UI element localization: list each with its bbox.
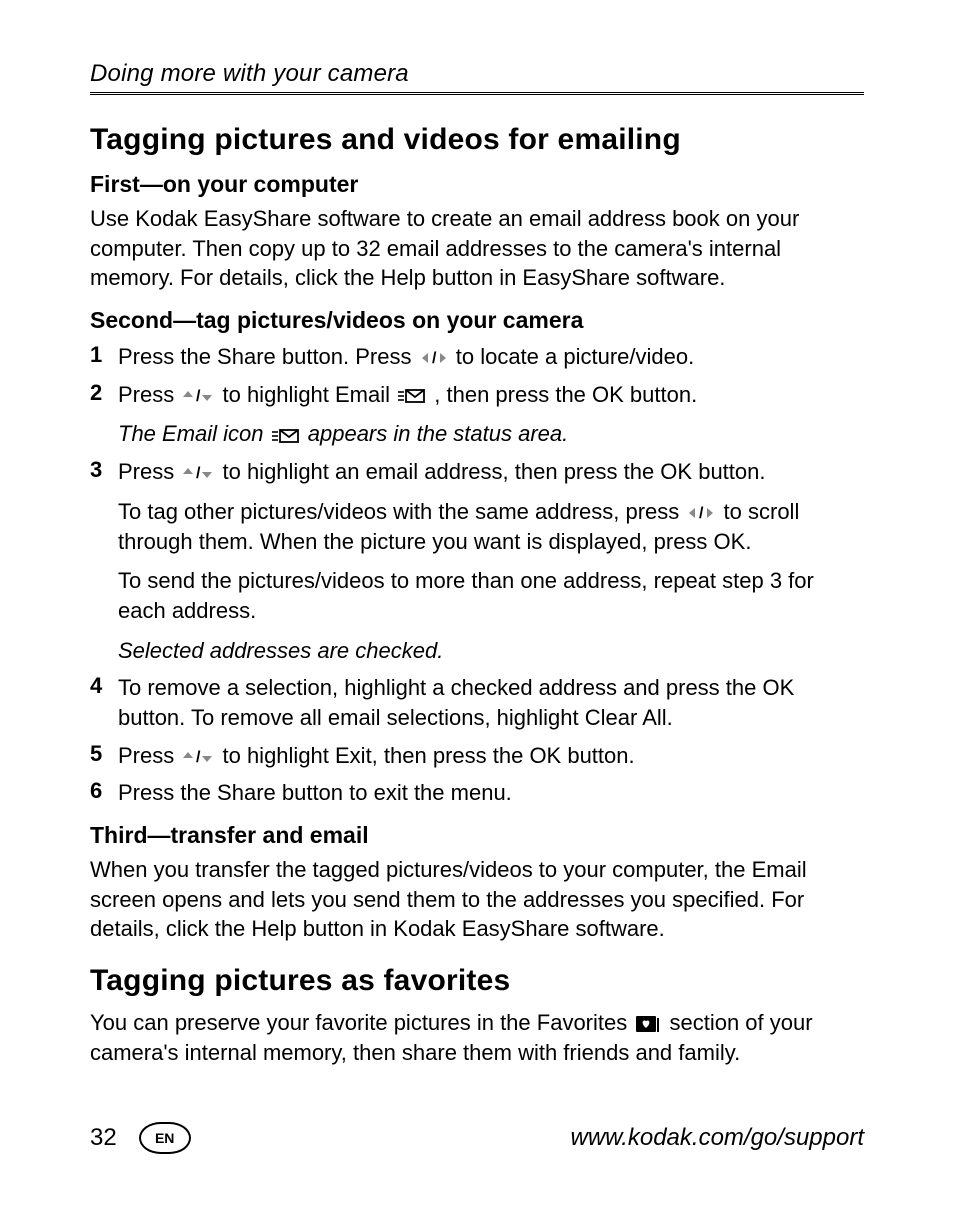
heading-tagging-email: Tagging pictures and videos for emailing xyxy=(90,123,864,157)
heading-third-transfer: Third—transfer and email xyxy=(90,822,864,849)
step-note: appears in the status area. xyxy=(308,421,569,446)
step-3: 3 Press to highlight an email address, t… xyxy=(90,457,864,665)
step-6: 6 Press the Share button to exit the men… xyxy=(90,778,864,808)
page-number: 32 xyxy=(90,1124,117,1152)
email-icon xyxy=(272,428,300,444)
step-4: 4 To remove a selection, highlight a che… xyxy=(90,673,864,732)
up-down-nav-icon xyxy=(182,388,214,404)
email-icon xyxy=(398,388,426,404)
para-first-computer: Use Kodak EasyShare software to create a… xyxy=(90,204,864,293)
para-favorites-a: You can preserve your favorite pictures … xyxy=(90,1010,633,1035)
step-text: To tag other pictures/videos with the sa… xyxy=(118,499,685,524)
step-text: to highlight Email xyxy=(222,382,396,407)
step-number: 5 xyxy=(90,741,118,767)
favorites-icon xyxy=(635,1015,661,1033)
support-url: www.kodak.com/go/support xyxy=(571,1124,864,1152)
heading-first-computer: First—on your computer xyxy=(90,171,864,198)
up-down-nav-icon xyxy=(182,465,214,481)
step-text: Press the Share button to exit the menu. xyxy=(118,778,864,808)
step-1: 1 Press the Share button. Press to locat… xyxy=(90,342,864,372)
step-number: 4 xyxy=(90,673,118,699)
step-text: to highlight an email address, then pres… xyxy=(222,459,765,484)
steps-list: 1 Press the Share button. Press to locat… xyxy=(90,342,864,808)
up-down-nav-icon xyxy=(182,749,214,765)
step-note: Selected addresses are checked. xyxy=(118,636,864,666)
step-note: The Email icon xyxy=(118,421,270,446)
step-text: Press xyxy=(118,382,180,407)
step-number: 2 xyxy=(90,380,118,406)
heading-favorites: Tagging pictures as favorites xyxy=(90,964,864,998)
step-number: 6 xyxy=(90,778,118,804)
running-head: Doing more with your camera xyxy=(90,60,864,95)
heading-second-tag: Second—tag pictures/videos on your camer… xyxy=(90,307,864,334)
step-number: 3 xyxy=(90,457,118,483)
step-text: To send the pictures/videos to more than… xyxy=(118,566,864,625)
step-text: Press xyxy=(118,459,180,484)
step-text: to locate a picture/video. xyxy=(456,344,694,369)
step-2: 2 Press to highlight Email , then press … xyxy=(90,380,864,449)
step-text: Press the Share button. Press xyxy=(118,344,418,369)
step-5: 5 Press to highlight Exit, then press th… xyxy=(90,741,864,771)
page-footer: 32 EN www.kodak.com/go/support xyxy=(90,1122,864,1154)
step-text: To remove a selection, highlight a check… xyxy=(118,673,864,732)
step-text: Press xyxy=(118,743,180,768)
step-text: to highlight Exit, then press the OK but… xyxy=(222,743,634,768)
step-number: 1 xyxy=(90,342,118,368)
language-badge: EN xyxy=(139,1122,191,1154)
left-right-nav-icon xyxy=(420,350,448,366)
para-favorites: You can preserve your favorite pictures … xyxy=(90,1008,864,1067)
step-text: , then press the OK button. xyxy=(434,382,697,407)
left-right-nav-icon xyxy=(687,505,715,521)
para-third-transfer: When you transfer the tagged pictures/vi… xyxy=(90,855,864,944)
